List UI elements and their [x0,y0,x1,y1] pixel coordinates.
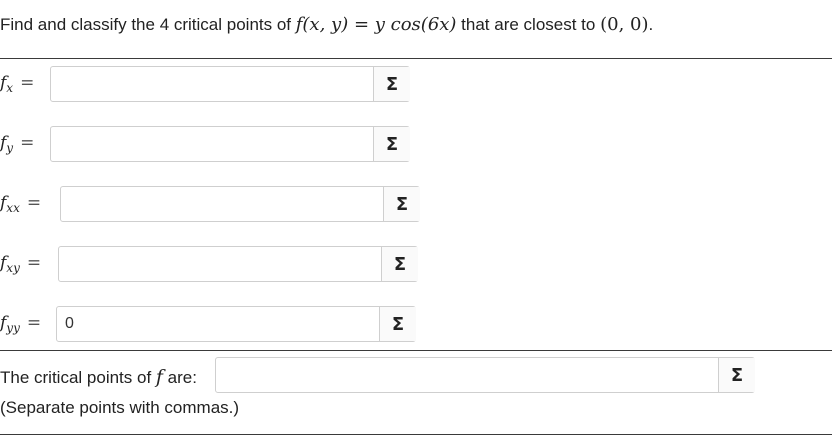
fxx-field: Σ [60,186,420,222]
fy-label: fy = [0,133,34,155]
question-suffix: . [648,15,654,34]
critical-points-label: The critical points of f are: [0,366,197,388]
fy-input[interactable] [51,127,373,161]
fxy-equation-editor-button[interactable]: Σ [381,247,418,281]
fxx-subscript: xx [6,201,20,215]
sigma-icon: Σ [391,313,405,335]
fxx-input[interactable] [61,187,383,221]
fxx-label: fxx = [0,193,41,215]
fxy-field: Σ [58,246,418,282]
critical-points-equation-editor-button[interactable]: Σ [718,358,755,392]
critical-points-field: Σ [215,357,755,393]
separate-points-note: (Separate points with commas.) [0,398,240,417]
fx-equation-editor-button[interactable]: Σ [373,67,410,101]
function-expression: f(x, y) = y cos(6x) [295,14,457,35]
divider-top [0,58,832,59]
fyy-subscript: yy [6,321,20,335]
fxx-equation-editor-button[interactable]: Σ [383,187,420,221]
fxy-subscript: xy [6,261,20,275]
fxx-equals: = [26,193,42,213]
divider-middle [0,350,832,351]
divider-bottom [0,434,832,435]
fy-equals: = [20,133,35,153]
fyy-equation-editor-button[interactable]: Σ [379,307,416,341]
fyy-equals: = [26,313,42,333]
fy-equation-editor-button[interactable]: Σ [373,127,410,161]
sigma-icon: Σ [385,133,399,155]
fxy-label: fxy = [0,253,41,275]
fx-field: Σ [50,66,410,102]
origin-point: (0, 0) [600,14,649,35]
sigma-icon: Σ [393,253,407,275]
fx-input[interactable] [51,67,373,101]
critical-points-label-after: are: [162,368,197,387]
sigma-icon: Σ [385,73,399,95]
question-middle: that are closest to [456,15,601,34]
critical-points-label-before: The critical points of [0,368,156,387]
fyy-label: fyy = [0,313,41,335]
fx-equals: = [20,73,35,93]
fx-label: fx = [0,73,34,95]
sigma-icon: Σ [730,364,744,386]
fxy-input[interactable] [59,247,381,281]
fyy-input[interactable] [57,307,379,341]
fy-field: Σ [50,126,410,162]
critical-points-label-f: f [155,366,163,388]
question-prefix: Find and classify the 4 critical points … [0,15,296,34]
critical-points-input[interactable] [216,358,718,392]
fy-subscript: y [6,141,14,155]
question-text: Find and classify the 4 critical points … [0,14,653,35]
fx-subscript: x [6,81,14,95]
fxy-equals: = [26,253,42,273]
sigma-icon: Σ [395,193,409,215]
fyy-field: Σ [56,306,416,342]
